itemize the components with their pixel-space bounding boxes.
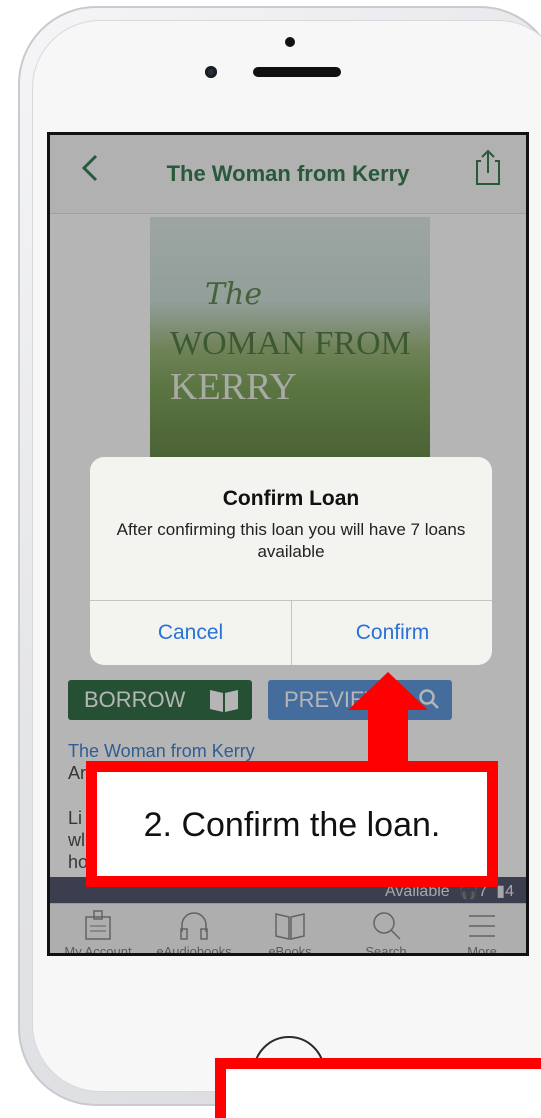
red-arrow-icon	[348, 672, 428, 772]
cancel-button[interactable]: Cancel	[90, 600, 291, 665]
proximity-sensor	[285, 37, 295, 47]
dialog-message: After confirming this loan you will have…	[116, 520, 466, 561]
next-callout-box	[215, 1058, 541, 1118]
dialog-title: Confirm Loan	[222, 487, 360, 510]
instruction-text: 2. Confirm the loan.	[143, 806, 441, 844]
confirm-loan-dialog: Confirm Loan After confirming this loan …	[90, 457, 492, 665]
instruction-callout: 2. Confirm the loan.	[86, 761, 498, 887]
confirm-button[interactable]: Confirm	[292, 600, 493, 665]
front-camera	[205, 66, 217, 78]
earpiece-speaker	[253, 67, 341, 77]
